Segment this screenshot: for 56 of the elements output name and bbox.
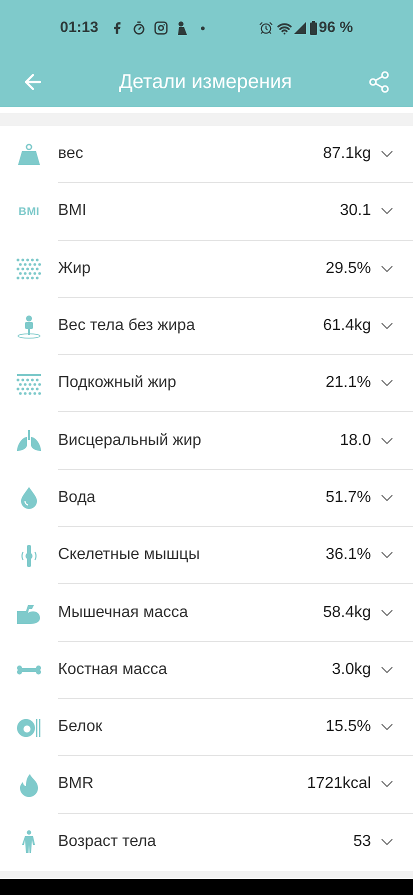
measurement-row[interactable]: Костная масса 3.0kg: [0, 642, 413, 699]
figure-icon: [176, 21, 188, 35]
measurement-value: 53: [353, 832, 371, 852]
measurement-row[interactable]: BMR 1721kcal: [0, 756, 413, 814]
measurement-label: Вода: [58, 488, 96, 508]
measurement-row[interactable]: Подкожный жир 21.1%: [0, 355, 413, 412]
measurement-label: Мышечная масса: [58, 602, 190, 623]
lungs-icon: [16, 429, 42, 454]
measurement-value: 58.4kg: [322, 602, 371, 623]
measurement-value: 15.5%: [326, 717, 371, 738]
measurement-label: Скелетные мышцы: [58, 545, 201, 566]
signal-icon: [294, 22, 306, 34]
measurement-value: 1721kcal: [306, 774, 371, 794]
measurement-row[interactable]: BMI BMI 30.1: [0, 183, 413, 241]
measurement-row[interactable]: вес 87.1kg: [0, 126, 413, 184]
battery-icon: [310, 21, 317, 35]
measurement-value: 3.0kg: [332, 660, 371, 680]
measurement-row[interactable]: Вода 51.7%: [0, 470, 413, 528]
person-on-scale-icon: [16, 314, 42, 339]
measurement-label: BMR: [58, 774, 95, 794]
weight-icon: [16, 142, 42, 167]
layered-dots-icon: [16, 372, 42, 396]
measurement-label: Жир: [58, 258, 92, 279]
timer-icon: [132, 21, 146, 35]
measurement-label: Возраст тела: [58, 832, 158, 852]
measurement-label: вес: [58, 144, 84, 164]
status-time: 01:13: [60, 18, 98, 38]
measurement-label: Костная масса: [58, 660, 168, 680]
battery-percent: 96 %: [318, 18, 353, 38]
measurement-label: BMI: [58, 201, 88, 222]
measurement-value: 61.4kg: [322, 316, 371, 336]
alarm-icon: [258, 21, 273, 35]
instagram-icon: [154, 21, 168, 35]
notification-dot: •: [200, 18, 206, 38]
measurement-value: 30.1: [340, 201, 371, 222]
measurement-label: Подкожный жир: [58, 373, 178, 394]
measurement-row[interactable]: Скелетные мышцы 36.1%: [0, 527, 413, 584]
measurement-row[interactable]: Жир 29.5%: [0, 240, 413, 298]
measurement-value: 21.1%: [326, 373, 371, 394]
measurement-row[interactable]: Белок 15.5%: [0, 698, 413, 756]
measurement-label: Висцеральный жир: [58, 430, 202, 451]
measurement-row[interactable]: Возраст тела 53: [0, 814, 413, 871]
page-title: Детали измерения: [118, 70, 293, 94]
measurement-label: Вес тела без жира: [58, 316, 196, 336]
measurement-value: 51.7%: [326, 488, 371, 508]
bmi-icon: BMI: [18, 204, 40, 220]
measurement-row[interactable]: Висцеральный жир 18.0: [0, 412, 413, 470]
measurement-value: 18.0: [340, 430, 371, 451]
measurement-row[interactable]: Вес тела без жира 61.4kg: [0, 298, 413, 356]
measurement-value: 36.1%: [326, 545, 371, 566]
measurement-value: 87.1kg: [322, 144, 371, 164]
dots-icon: [16, 257, 42, 282]
measurement-value: 29.5%: [326, 258, 371, 279]
measurement-row[interactable]: Мышечная масса 58.4kg: [0, 584, 413, 642]
measurement-label: Белок: [58, 717, 104, 738]
wifi-icon: [276, 20, 292, 36]
